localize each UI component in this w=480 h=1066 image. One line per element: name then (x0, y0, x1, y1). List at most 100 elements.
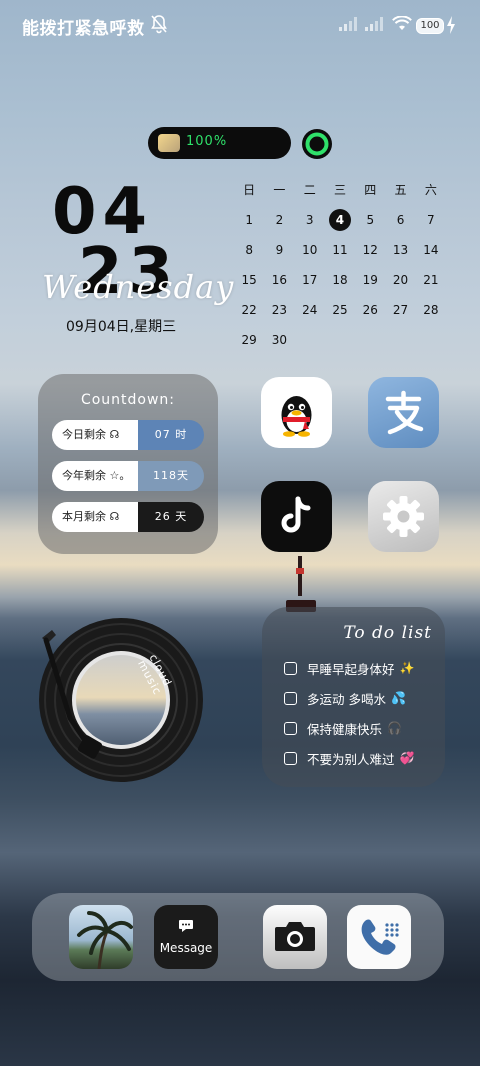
palm-photo-icon (77, 911, 133, 969)
todo-checkbox[interactable] (284, 661, 297, 675)
calendar-day[interactable]: 22 (234, 298, 264, 328)
countdown-row-today: 今日剩余 ☊ 07 时 (52, 420, 204, 450)
calendar-day-number: 7 (427, 213, 435, 227)
charging-bolt-icon (447, 16, 455, 34)
calendar-day[interactable]: 30 (264, 328, 294, 358)
calendar-day[interactable]: 8 (234, 238, 264, 268)
headphones-icon: 🎧 (387, 721, 402, 735)
countdown-title: Countdown: (80, 392, 176, 408)
calendar-day[interactable]: 12 (355, 238, 385, 268)
calendar-day-number: 10 (302, 243, 318, 257)
countdown-value: 07 时 (138, 420, 204, 450)
status-bar: 能拨打紧急呼救 100 (0, 0, 480, 50)
calendar-day (355, 328, 385, 358)
music-widget[interactable]: cloud music (30, 618, 220, 798)
camera-app[interactable] (263, 905, 327, 969)
calendar-day-number: 8 (245, 243, 253, 257)
calendar-day[interactable]: 28 (416, 298, 446, 328)
calendar-day[interactable]: 14 (416, 238, 446, 268)
calendar-day-number: 18 (332, 273, 348, 287)
phone-icon (361, 919, 399, 955)
calendar-day[interactable]: 7 (416, 208, 446, 238)
calendar-day[interactable]: 29 (234, 328, 264, 358)
mute-bell-icon (151, 15, 167, 34)
alipay-icon (385, 390, 424, 435)
date-line: 09月04日,星期三 (66, 319, 177, 335)
signal-1-icon (339, 17, 357, 31)
todo-item[interactable]: 多运动 多喝水 💦 (284, 688, 406, 708)
calendar-weekday: 四 (364, 183, 377, 197)
countdown-widget[interactable]: Countdown: 今日剩余 ☊ 07 时 今年剩余 ☆。 118天 本月剩余… (38, 374, 218, 554)
countdown-row-year: 今年剩余 ☆。 118天 (52, 461, 204, 491)
todo-title: To do list (343, 623, 432, 643)
todo-item[interactable]: 保持健康快乐 🎧 (284, 718, 402, 738)
calendar-day[interactable]: 13 (385, 238, 415, 268)
calendar-day[interactable]: 21 (416, 268, 446, 298)
calendar-day[interactable]: 4 (325, 208, 355, 238)
todo-checkbox[interactable] (284, 691, 297, 705)
calendar-weekday: 六 (424, 183, 437, 197)
dock: Message (32, 893, 444, 981)
calendar-day-number: 2 (275, 213, 284, 227)
calendar-week-row: 29 30 (234, 328, 446, 358)
qq-app[interactable] (261, 377, 332, 448)
calendar-week-row: 15 16 17 18 19 20 21 (234, 268, 446, 298)
calendar-day-number: 14 (423, 243, 439, 257)
calendar-day[interactable]: 25 (325, 298, 355, 328)
calendar-day-number: 5 (366, 213, 375, 227)
weekday-script: Wednesday (42, 268, 235, 306)
tiktok-app[interactable] (261, 481, 332, 552)
carrier-text: 能拨打紧急呼救 (22, 19, 145, 39)
calendar-day[interactable]: 24 (295, 298, 325, 328)
calendar-day-number: 1 (245, 213, 253, 227)
todo-widget[interactable]: To do list 早睡早起身体好 ✨ 多运动 多喝水 💦 保持健康快乐 🎧 … (262, 607, 445, 787)
calendar-day-number: 22 (241, 303, 257, 317)
calendar-day[interactable]: 3 (295, 208, 325, 238)
calendar-day[interactable]: 9 (264, 238, 294, 268)
calendar-day[interactable]: 1 (234, 208, 264, 238)
calendar-day[interactable]: 19 (355, 268, 385, 298)
countdown-value: 26 天 (138, 502, 204, 532)
phone-app[interactable] (347, 905, 411, 969)
calendar-day[interactable]: 26 (355, 298, 385, 328)
countdown-label: 今日剩余 ☊ (52, 420, 138, 450)
calendar-day[interactable]: 23 (264, 298, 294, 328)
calendar-day[interactable]: 5 (355, 208, 385, 238)
calendar-day[interactable]: 11 (325, 238, 355, 268)
todo-text: 早睡早起身体好 (307, 661, 395, 677)
todo-item[interactable]: 不要为别人难过 💞 (284, 748, 414, 768)
camera-icon (275, 922, 315, 951)
battery-widget[interactable]: 100% (148, 127, 291, 159)
gear-icon (383, 496, 424, 537)
gallery-app[interactable] (69, 905, 133, 969)
calendar-day-number: 21 (423, 273, 439, 287)
todo-checkbox[interactable] (284, 721, 297, 735)
calendar-day[interactable]: 15 (234, 268, 264, 298)
calendar-day-number: 3 (305, 213, 314, 227)
calendar-day[interactable]: 6 (385, 208, 415, 238)
calendar-day[interactable]: 27 (385, 298, 415, 328)
todo-checkbox[interactable] (284, 751, 297, 765)
sparkles-icon: ✨ (399, 661, 415, 675)
calendar-day[interactable]: 10 (295, 238, 325, 268)
calendar-day[interactable]: 16 (264, 268, 294, 298)
calendar-day[interactable]: 17 (295, 268, 325, 298)
calendar-day[interactable]: 18 (325, 268, 355, 298)
calendar-week-row: 8 9 10 11 12 13 14 (234, 238, 446, 268)
todo-item[interactable]: 早睡早起身体好 ✨ (284, 658, 414, 678)
countdown-row-month: 本月剩余 ☊ 26 天 (52, 502, 204, 532)
alipay-app[interactable] (368, 377, 439, 448)
calendar-day[interactable]: 20 (385, 268, 415, 298)
settings-app[interactable] (368, 481, 439, 552)
calendar-widget[interactable]: 日 一 二 三 四 五 六 1 2 3 4 5 6 7 8 9 10 11 12 13 14 15 16 17 1… (234, 178, 446, 358)
calendar-day[interactable]: 2 (264, 208, 294, 238)
calendar-day-number: 15 (241, 273, 257, 287)
calendar-day-number: 17 (302, 273, 318, 287)
calendar-day-number: 29 (241, 333, 257, 347)
message-app[interactable]: Message (154, 905, 218, 969)
countdown-value: 118天 (138, 461, 204, 491)
countdown-label: 今年剩余 ☆。 (52, 461, 138, 491)
calendar-day-number: 12 (362, 243, 378, 257)
calendar-day (325, 328, 355, 358)
calendar-week-row: 1 2 34 5 6 7 (234, 208, 446, 238)
